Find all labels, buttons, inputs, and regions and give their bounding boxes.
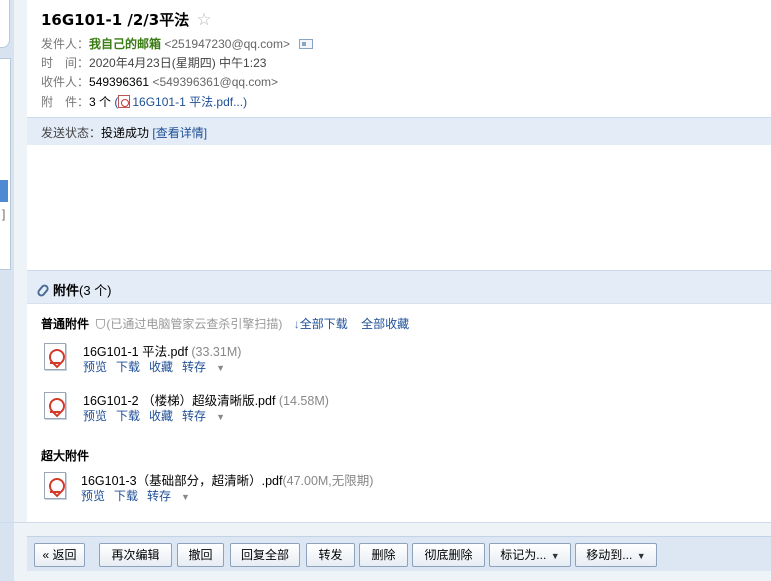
attachment-name-text[interactable]: 16G101-2 （楼梯）超级清晰版.pdf [83,394,275,408]
reply-all-button[interactable]: 回复全部 [230,543,300,567]
sidebar-panel [0,58,11,270]
pdf-icon [118,95,131,108]
time-row: 时 间：2020年4月23日(星期四) 中午1:23 [41,54,266,71]
mail-toolbar: « 返回 再次编辑 撤回 回复全部 转发 删除 彻底删除 标记为... ▼ 移动… [27,536,771,571]
delete-button[interactable]: 删除 [359,543,408,567]
mark-as-label: 标记为... [500,548,547,562]
download-link[interactable]: 下载 [116,409,140,423]
contact-card-icon[interactable] [299,39,314,49]
sender-address: <251947230@qq.com> [164,37,290,51]
attachment-name-text[interactable]: 16G101-1 平法.pdf [83,345,188,359]
attachments-title: 附件 [53,283,80,298]
recipient-name[interactable]: 549396361 [89,75,149,89]
attachment-actions: 预览 下载 转存 ▼ [81,487,190,504]
normal-attachments-title: 普通附件 [41,317,90,331]
content-divider [0,522,771,523]
recall-button[interactable]: 撤回 [177,543,224,567]
save-to-link[interactable]: 转存 [182,409,206,423]
save-to-link[interactable]: 转存 [182,360,206,374]
recipient-row: 收件人：549396361 <549396361@qq.com> [41,73,278,90]
sidebar-tab[interactable] [0,0,10,48]
mail-body [27,145,771,269]
reedit-button[interactable]: 再次编辑 [99,543,172,567]
attachment-row: 附 件：3 个 (16G101-1 平法.pdf...) [41,93,247,110]
delete-forever-button[interactable]: 彻底删除 [412,543,485,567]
download-link[interactable]: 下载 [116,360,140,374]
preview-link[interactable]: 预览 [83,360,107,374]
recipient-address: <549396361@qq.com> [152,75,279,89]
paperclip-icon [35,282,51,299]
attachments-header: 附件(3 个) [27,270,771,304]
attachment-label: 附 件： [41,95,90,109]
preview-link[interactable]: 预览 [83,409,107,423]
collect-link[interactable]: 收藏 [149,409,173,423]
pdf-file-icon[interactable] [41,470,71,500]
time-label: 时 间： [41,56,90,70]
attachment-size: (14.58M) [275,394,329,408]
status-label: 发送状态： [41,126,102,140]
shield-icon [96,319,106,329]
pdf-file-icon[interactable] [41,390,71,420]
move-to-label: 移动到... [586,548,633,562]
sidebar-edge: ] [0,0,14,581]
download-link[interactable]: 下载 [114,489,138,503]
sidebar-bracket-glyph: ] [2,207,6,221]
sender-row: 发件人：我自己的邮箱 <251947230@qq.com> [41,35,314,52]
caret-down-icon[interactable]: ▼ [216,412,225,422]
collect-link[interactable]: 收藏 [149,360,173,374]
subject-text: 16G101-1 /2/3平法 [41,11,190,29]
large-attachments-bar: 超大附件 [41,447,89,464]
time-value: 2020年4月23日(星期四) 中午1:23 [89,56,267,70]
attachment-count: 3 个 [89,95,112,109]
chevron-down-icon: ▼ [634,551,646,561]
back-button[interactable]: « 返回 [34,543,85,567]
attachment-size: (33.31M) [187,345,242,359]
large-attachments-title: 超大附件 [41,449,90,463]
star-icon[interactable]: ☆ [196,10,211,30]
attachment-actions: 预览 下载 收藏 转存 ▼ [83,407,225,424]
move-to-button[interactable]: 移动到... ▼ [575,543,657,567]
save-to-link[interactable]: 转存 [147,489,171,503]
chevron-down-icon: ▼ [548,551,560,561]
sidebar-selected-item[interactable] [0,180,8,202]
download-all-link[interactable]: 全部下载 [300,317,348,331]
caret-down-icon[interactable]: ▼ [216,363,225,373]
scan-note: (已通过电脑管家云查杀引擎扫描) [96,317,282,331]
attachment-paren-close: ) [243,95,248,109]
attachment-paren-open: ( [111,95,119,109]
mail-read-pane: 16G101-1 /2/3平法 ☆ 发件人：我自己的邮箱 <251947230@… [27,0,771,522]
attachment-size: (47.00M,无限期) [282,474,374,488]
attachment-name-text[interactable]: 16G101-3（基础部分，超清晰）.pdf [81,474,282,488]
mark-as-button[interactable]: 标记为... ▼ [489,543,571,567]
caret-down-icon[interactable]: ▼ [181,492,190,502]
mail-subject: 16G101-1 /2/3平法 ☆ [41,9,212,30]
normal-attachments-bar: 普通附件 (已通过电脑管家云查杀引擎扫描) ↓全部下载 全部收藏 [41,315,409,332]
sender-label: 发件人： [41,37,90,51]
sender-name[interactable]: 我自己的邮箱 [89,37,161,51]
pdf-file-icon[interactable] [41,341,71,371]
collect-all-link[interactable]: 全部收藏 [361,317,409,331]
scan-note-text: (已通过电脑管家云查杀引擎扫描) [106,317,283,331]
attachment-first-link[interactable]: 16G101-1 平法.pdf... [132,95,243,109]
send-status-bar: 发送状态：投递成功 [查看详情] [27,117,771,145]
recipient-label: 收件人： [41,75,90,89]
attachment-actions: 预览 下载 收藏 转存 ▼ [83,358,225,375]
preview-link[interactable]: 预览 [81,489,105,503]
forward-button[interactable]: 转发 [306,543,355,567]
view-details-link[interactable]: [查看详情] [152,126,207,140]
attachments-count: (3 个) [79,283,112,298]
mail-header: 16G101-1 /2/3平法 ☆ 发件人：我自己的邮箱 <251947230@… [27,0,771,117]
status-value: 投递成功 [101,126,150,140]
